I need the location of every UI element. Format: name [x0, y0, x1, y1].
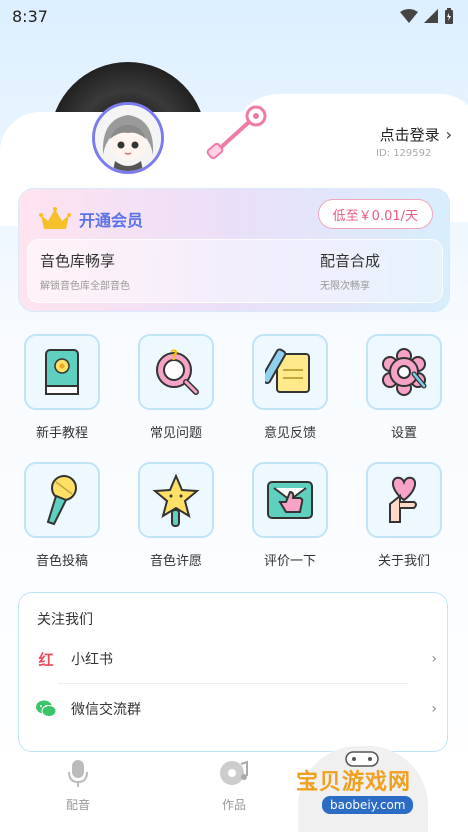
perk-title: 配音合成: [320, 252, 381, 270]
gear-icon: [366, 334, 442, 410]
watermark-url: baobeiy.com: [322, 796, 414, 814]
tab-label: 作品: [221, 798, 246, 812]
perk-subtitle: 解锁音色库全部音色: [40, 281, 130, 292]
status-icons: [400, 8, 454, 24]
menu-label: 意见反馈: [263, 426, 316, 441]
menu-item-submit-voice[interactable]: 音色投稿: [14, 462, 110, 569]
book-icon: [24, 334, 100, 410]
menu-item-about[interactable]: 关于我们: [356, 462, 452, 569]
follow-item-xiaohongshu[interactable]: 红 小红书 ›: [35, 639, 437, 679]
perk-dubbing: 配音合成 无限次畅享: [320, 250, 380, 292]
menu-label: 常见问题: [149, 426, 202, 441]
crown-icon: [39, 207, 71, 229]
signal-icon: [424, 9, 438, 23]
microphone-tab-icon: [68, 760, 88, 787]
menu-item-faq[interactable]: ? 常见问题: [128, 334, 224, 441]
perk-voice-library: 音色库畅享 解锁音色库全部音色: [40, 250, 130, 292]
chevron-right-icon: ›: [431, 651, 437, 667]
tonearm-icon: [206, 105, 267, 160]
watermark-logo: 宝贝游戏网 baobeiy.com: [292, 746, 432, 826]
status-bar: 8:37: [0, 0, 468, 32]
user-id: ID: 129592: [376, 148, 432, 159]
xiaohongshu-icon: 红: [38, 650, 54, 669]
wifi-icon: [400, 9, 418, 23]
svg-text:?: ?: [170, 348, 178, 364]
menu-item-feedback[interactable]: 意见反馈: [242, 334, 338, 441]
vip-perks: 音色库畅享 解锁音色库全部音色 配音合成 无限次畅享: [27, 239, 443, 303]
menu-label: 设置: [390, 426, 417, 441]
wechat-icon: [36, 700, 57, 717]
follow-us-card: 关注我们 红 小红书 › 微信交流群 ›: [18, 592, 448, 752]
battery-icon: [445, 8, 453, 24]
question-icon: ?: [138, 334, 214, 410]
menu-item-tutorial[interactable]: 新手教程: [14, 334, 110, 441]
chevron-right-icon: ›: [445, 125, 452, 144]
vip-price-button[interactable]: 低至￥0.01/天: [317, 199, 433, 229]
follow-item-label: 微信交流群: [71, 702, 141, 718]
menu-label: 新手教程: [35, 426, 88, 441]
watermark-text: 宝贝游戏网: [296, 770, 412, 795]
feedback-icon: [252, 334, 328, 410]
divider: [58, 683, 408, 684]
perk-subtitle: 无限次畅享: [320, 281, 370, 292]
vip-card[interactable]: 开通会员 低至￥0.01/天 音色库畅享 解锁音色库全部音色 配音合成 无限次畅…: [18, 188, 450, 312]
avatar-girl-icon: [95, 105, 161, 171]
menu-item-voice-wish[interactable]: 音色许愿: [128, 462, 224, 569]
star-wand-icon: [138, 462, 214, 538]
menu-label: 音色投稿: [35, 554, 88, 569]
login-link[interactable]: 点击登录 ›: [380, 124, 452, 145]
music-disc-icon: [220, 760, 248, 785]
thumbs-up-icon: [252, 462, 328, 538]
tab-works[interactable]: 作品: [194, 758, 274, 813]
follow-title: 关注我们: [37, 612, 93, 628]
follow-item-label: 小红书: [71, 652, 113, 668]
follow-item-wechat[interactable]: 微信交流群 ›: [35, 689, 437, 729]
menu-item-settings[interactable]: 设置: [356, 334, 452, 441]
vip-title: 开通会员: [79, 211, 144, 230]
menu-label: 音色许愿: [149, 554, 202, 569]
chevron-right-icon: ›: [431, 701, 437, 717]
menu-label: 关于我们: [377, 554, 430, 569]
menu-item-rate[interactable]: 评价一下: [242, 462, 338, 569]
tab-label: 配音: [65, 798, 90, 812]
avatar[interactable]: [92, 102, 164, 174]
perk-title: 音色库畅享: [40, 252, 116, 270]
status-time: 8:37: [12, 6, 48, 26]
tab-dubbing[interactable]: 配音: [38, 758, 118, 813]
menu-label: 评价一下: [263, 554, 316, 569]
heart-hand-icon: [366, 462, 442, 538]
microphone-icon: [24, 462, 100, 538]
login-label: 点击登录: [379, 126, 440, 144]
